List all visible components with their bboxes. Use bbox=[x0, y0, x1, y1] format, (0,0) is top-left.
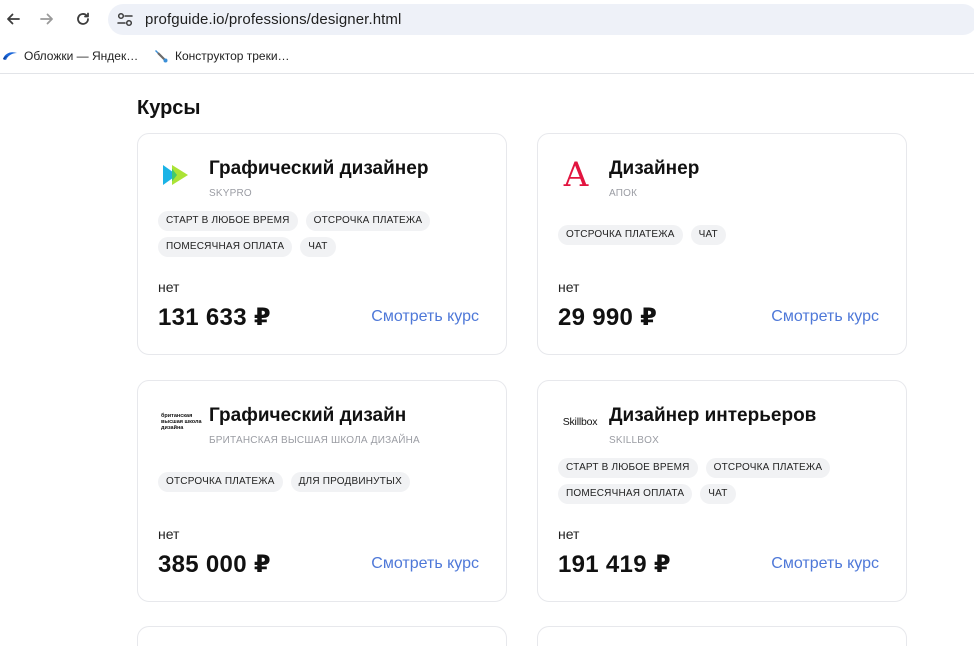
course-title: Дизайнер интерьеров bbox=[609, 405, 817, 426]
bhsad-logo: британская высшая школа дизайна bbox=[160, 407, 204, 437]
skypro-logo-icon bbox=[163, 165, 188, 185]
bookmark-label: Конструктор треки… bbox=[175, 49, 290, 63]
tag: ОТСРОЧКА ПЛАТЕЖА bbox=[705, 458, 831, 478]
section-title: Курсы bbox=[137, 97, 201, 119]
yandex-blue-icon bbox=[3, 52, 17, 60]
back-arrow-icon bbox=[7, 13, 20, 25]
tag: ПОМЕСЯЧНАЯ ОПЛАТА bbox=[158, 237, 293, 257]
tag: ЧАТ bbox=[300, 237, 336, 257]
course-card[interactable]: A Дизайнер АПОК ОТСРОЧКА ПЛАТЕЖА ЧАТ нет… bbox=[537, 133, 907, 355]
course-card-partial[interactable] bbox=[537, 626, 907, 646]
view-course-link[interactable]: Смотреть курс bbox=[371, 308, 479, 326]
url-text: profguide.io/professions/designer.html bbox=[145, 11, 402, 28]
tag-list: СТАРТ В ЛЮБОЕ ВРЕМЯ ОТСРОЧКА ПЛАТЕЖА ПОМ… bbox=[558, 458, 888, 504]
tag: ПОМЕСЯЧНАЯ ОПЛАТА bbox=[558, 484, 693, 504]
tag: ОТСРОЧКА ПЛАТЕЖА bbox=[558, 225, 683, 245]
course-card[interactable]: Skillbox Дизайнер интерьеров SKILLBOX СТ… bbox=[537, 380, 907, 602]
tag: ЧАТ bbox=[700, 484, 736, 504]
tag: ОТСРОЧКА ПЛАТЕЖА bbox=[158, 472, 283, 492]
bookmarks-bar: Обложки — Яндек… Конструктор треки… bbox=[0, 40, 974, 74]
view-course-link[interactable]: Смотреть курс bbox=[771, 555, 879, 573]
course-card[interactable]: Графический дизайнер SKYPRO СТАРТ В ЛЮБО… bbox=[137, 133, 507, 355]
bookmark-label: Обложки — Яндек… bbox=[24, 49, 139, 63]
apok-logo: A bbox=[560, 155, 592, 195]
course-title: Дизайнер bbox=[609, 158, 700, 179]
course-card-partial[interactable] bbox=[137, 626, 507, 646]
bhsad-logo-icon: британская высшая школа дизайна bbox=[161, 413, 202, 431]
skillbox-logo-icon: Skillbox bbox=[562, 416, 598, 428]
reload-icon bbox=[77, 12, 89, 25]
course-title: Графический дизайнер bbox=[209, 158, 429, 179]
availability-text: нет bbox=[158, 526, 180, 542]
view-course-link[interactable]: Смотреть курс bbox=[371, 555, 479, 573]
skypro-logo bbox=[160, 160, 192, 190]
availability-text: нет bbox=[558, 279, 580, 295]
availability-text: нет bbox=[558, 526, 580, 542]
tag: ДЛЯ ПРОДВИНУТЫХ bbox=[290, 472, 410, 492]
view-course-link[interactable]: Смотреть курс bbox=[771, 308, 879, 326]
tag: СТАРТ В ЛЮБОЕ ВРЕМЯ bbox=[158, 211, 298, 231]
school-name: SKILLBOX bbox=[609, 435, 659, 446]
availability-text: нет bbox=[158, 279, 180, 295]
course-price: 131 633 ₽ bbox=[158, 304, 271, 331]
forward-button[interactable] bbox=[34, 6, 60, 32]
school-name: АПОК bbox=[609, 188, 638, 199]
apok-logo-icon: A bbox=[563, 155, 589, 195]
tag: СТАРТ В ЛЮБОЕ ВРЕМЯ bbox=[558, 458, 698, 478]
tool-icon bbox=[155, 50, 168, 63]
course-title: Графический дизайн bbox=[209, 405, 407, 426]
tag-list: СТАРТ В ЛЮБОЕ ВРЕМЯ ОТСРОЧКА ПЛАТЕЖА ПОМ… bbox=[158, 211, 488, 257]
reload-button[interactable] bbox=[70, 6, 96, 32]
tag: ЧАТ bbox=[690, 225, 726, 245]
course-price: 385 000 ₽ bbox=[158, 551, 271, 578]
bookmark-item[interactable]: Обложки — Яндек… bbox=[2, 48, 138, 64]
browser-toolbar: profguide.io/professions/designer.html bbox=[0, 0, 974, 38]
bookmark-item[interactable]: Конструктор треки… bbox=[153, 48, 290, 64]
course-price: 29 990 ₽ bbox=[558, 304, 658, 331]
course-card[interactable]: британская высшая школа дизайна Графичес… bbox=[137, 380, 507, 602]
back-button[interactable] bbox=[0, 6, 26, 32]
school-name: БРИТАНСКАЯ ВЫСШАЯ ШКОЛА ДИЗАЙНА bbox=[209, 435, 420, 446]
tag: ОТСРОЧКА ПЛАТЕЖА bbox=[305, 211, 431, 231]
site-settings-icon[interactable] bbox=[116, 11, 134, 28]
skillbox-logo: Skillbox bbox=[558, 407, 602, 437]
course-price: 191 419 ₽ bbox=[558, 551, 671, 578]
school-name: SKYPRO bbox=[209, 188, 252, 199]
tag-list: ОТСРОЧКА ПЛАТЕЖА ЧАТ bbox=[558, 225, 888, 245]
tag-list: ОТСРОЧКА ПЛАТЕЖА ДЛЯ ПРОДВИНУТЫХ bbox=[158, 472, 488, 492]
address-bar[interactable]: profguide.io/professions/designer.html bbox=[108, 4, 974, 35]
forward-arrow-icon bbox=[40, 13, 53, 25]
